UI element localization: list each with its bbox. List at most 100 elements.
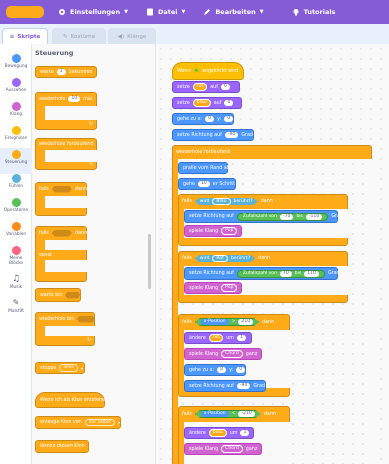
category-sensing[interactable]: Fühlen (0, 172, 32, 198)
condition-slot[interactable] (51, 229, 72, 237)
category-control[interactable]: Steuerung (0, 148, 32, 174)
settings-menu[interactable]: Einstellungen ▼ (58, 0, 128, 24)
random-from-input[interactable]: 70 (279, 270, 292, 277)
color-dropdown[interactable]: Blau (212, 197, 231, 206)
stop-option-dropdown[interactable]: alles (59, 364, 78, 372)
effect-dropdown[interactable]: blau (208, 429, 227, 437)
operators-dot-icon (11, 198, 21, 207)
block-label: Grad (331, 214, 344, 219)
condition-slot[interactable] (65, 291, 80, 299)
scratch-logo[interactable] (6, 4, 44, 20)
play-sound-until-done-block-2[interactable]: spiele Klang Chord ganz (184, 443, 262, 455)
block-label: Wenn ich als Klon entstehe (40, 397, 106, 403)
category-sound[interactable]: Klang (0, 100, 32, 126)
goto-xy-block[interactable]: gehe zu x: 0 y: 0 (172, 113, 234, 125)
category-music[interactable]: ♫ Musik (0, 274, 32, 300)
block-label: um (229, 430, 238, 436)
random-to-input[interactable]: -110 (305, 213, 323, 220)
greater-than-operator[interactable]: x-Position > 210 (194, 318, 260, 326)
direction-input[interactable]: -90 (224, 132, 239, 138)
category-events[interactable]: Ereignisse (0, 124, 32, 150)
gear-icon (58, 8, 66, 16)
file-menu[interactable]: Datei ▼ (146, 0, 185, 24)
touching-color-condition[interactable]: wird Blau berührt? (194, 197, 258, 206)
move-steps-block[interactable]: gehe 10 er Schritt (178, 178, 236, 190)
effect-dropdown[interactable]: rot (192, 83, 208, 91)
category-menu: Bewegung Aussehen Klang Ereignisse Steue… (0, 44, 32, 464)
compare-value-input[interactable]: -210 (238, 411, 255, 417)
change-value-input[interactable]: 1 (240, 430, 250, 436)
if-touching-blue-header: falls wird Blau berührt? dann (178, 194, 348, 209)
tutorials-menu[interactable]: Tutorials (292, 0, 335, 24)
category-operators[interactable]: Operatoren (0, 196, 32, 222)
point-direction-block-2[interactable]: setze Richtung auf -90 Grad (184, 380, 266, 392)
category-looks[interactable]: Aussehen (0, 76, 32, 102)
x-position-reporter[interactable]: x-Position (200, 411, 229, 417)
tab-costumes[interactable]: ✎ Kostüme (52, 28, 106, 44)
tab-scripts[interactable]: ≡ Skripte (2, 28, 48, 44)
direction-input[interactable]: -90 (236, 383, 251, 389)
set-effect-block-2[interactable]: setze blau auf 0 (172, 97, 242, 109)
block-label: wird (199, 256, 210, 261)
block-label: wiederhole (39, 96, 66, 102)
block-label: gehe zu x: (177, 116, 203, 122)
sound-dropdown[interactable]: Chord (221, 445, 243, 453)
random-operator[interactable]: Zufallszahl von 70 bis 110 (236, 269, 326, 278)
y-input[interactable]: 0 (224, 116, 234, 122)
random-from-input[interactable]: -70 (279, 213, 294, 220)
script-area[interactable]: Wenn ⚑ angeklickt wird setze rot auf 0 s… (156, 44, 389, 464)
stop-block[interactable]: stoppe alles ▾ (35, 362, 85, 374)
random-to-input[interactable]: 110 (304, 270, 320, 277)
edit-menu[interactable]: Bearbeiten ▼ (203, 0, 264, 24)
y-input[interactable]: 0 (236, 367, 246, 373)
touching-color-condition[interactable]: wird Rot berührt? (194, 254, 256, 263)
condition-slot[interactable] (51, 185, 72, 193)
sound-dropdown[interactable]: Chord (221, 350, 243, 358)
bounce-block[interactable]: pralle vom Rand ab (178, 162, 230, 174)
tab-sounds[interactable]: ◀) Klänge (108, 28, 156, 44)
color-dropdown[interactable]: Rot (212, 254, 228, 263)
goto-xy-block-2[interactable]: gehe zu x: 0 y: 0 (184, 364, 246, 376)
clone-target-dropdown[interactable]: mir selbst (84, 418, 115, 427)
x-input[interactable]: 0 (217, 367, 227, 373)
condition-slot[interactable] (76, 315, 95, 323)
random-operator[interactable]: Zufallszahl von -70 bis -110 (236, 212, 329, 221)
clone-start-hat[interactable]: Wenn ich als Klon entstehe (35, 392, 105, 408)
change-effect-block-2[interactable]: ändere blau um 1 (184, 427, 254, 439)
wait-block[interactable]: warte 1 Sekunden (35, 66, 97, 78)
sound-dropdown[interactable]: Pop (221, 227, 238, 235)
x-position-reporter[interactable]: x-Position (200, 319, 229, 325)
compare-value-input[interactable]: 210 (238, 319, 254, 325)
point-direction-block[interactable]: setze Richtung auf -90 Grad (172, 129, 254, 141)
effect-dropdown[interactable]: rot (208, 334, 224, 342)
variables-dot-icon (11, 222, 21, 231)
effect-value-input[interactable]: 0 (220, 84, 230, 90)
effect-value-input[interactable]: 0 (224, 100, 234, 106)
play-sound-block-1[interactable]: spiele Klang Pop (184, 225, 242, 237)
change-effect-block-1[interactable]: ändere rot um 1 (184, 332, 252, 344)
steps-input[interactable]: 10 (198, 181, 210, 187)
create-clone-block[interactable]: erzeuge Klon von mir selbst ▾ (35, 416, 121, 429)
category-pen[interactable]: ✎ Malstift (0, 298, 32, 324)
repeat-value-input[interactable]: 10 (68, 96, 81, 102)
set-direction-random-block-1[interactable]: setze Richtung auf Zufallszahl von -70 b… (184, 210, 343, 223)
set-direction-random-block-2[interactable]: setze Richtung auf Zufallszahl von 70 bi… (184, 267, 340, 280)
sound-dropdown[interactable]: Pop (221, 284, 238, 292)
x-input[interactable]: 0 (205, 116, 215, 122)
category-my-blocks[interactable]: Meine Blöcke (0, 244, 32, 274)
category-variables[interactable]: Variablen (0, 220, 32, 246)
wait-value-input[interactable]: 1 (56, 69, 66, 75)
less-than-operator[interactable]: x-Position < -210 (194, 410, 261, 418)
palette-scrollbar[interactable] (148, 234, 151, 289)
change-value-input[interactable]: 1 (236, 335, 246, 341)
play-sound-until-done-block-1[interactable]: spiele Klang Chord ganz (184, 348, 262, 360)
set-effect-block-1[interactable]: setze rot auf 0 (172, 81, 240, 93)
category-motion[interactable]: Bewegung (0, 52, 32, 78)
when-flag-clicked-block[interactable]: Wenn ⚑ angeklickt wird (172, 62, 244, 80)
delete-clone-block[interactable]: lösche diesen Klon (35, 440, 89, 453)
forever-loop-header: wiederhole fortlaufend (172, 145, 242, 159)
play-sound-block-2[interactable]: spiele Klang Pop (184, 282, 242, 294)
block-label: berührt? (233, 199, 253, 204)
effect-dropdown[interactable]: blau (192, 99, 211, 107)
wait-until-block[interactable]: warte bis (35, 288, 81, 302)
